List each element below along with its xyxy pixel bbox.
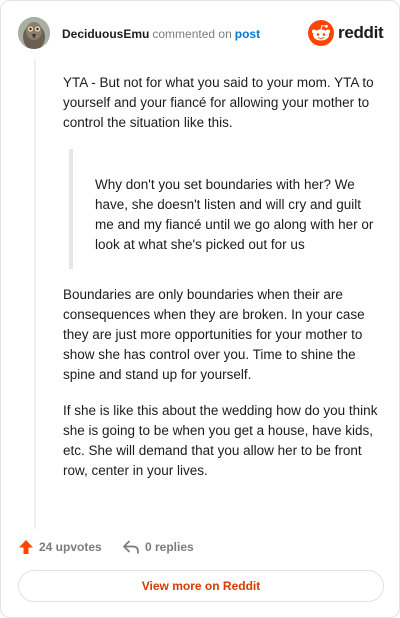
comment-actions: 24 upvotes 0 replies xyxy=(18,537,378,557)
comment-paragraph: YTA - But not for what you said to your … xyxy=(63,75,374,130)
view-more-label: View more on Reddit xyxy=(141,579,261,593)
comment-card: DeciduousEmu commented on post reddit YTA … xyxy=(0,0,400,618)
reddit-wordmark: reddit xyxy=(338,23,384,42)
reply-button[interactable]: 0 replies xyxy=(122,537,194,557)
reddit-alien-icon xyxy=(308,20,334,46)
blockquote: Why don't you set boundaries with her? W… xyxy=(69,149,381,269)
reply-arrow-icon xyxy=(123,540,139,554)
view-more-button[interactable]: View more on Reddit xyxy=(18,570,384,602)
upvote-arrow-icon xyxy=(19,540,33,554)
comment-header: DeciduousEmu commented on post reddit xyxy=(18,16,384,52)
emu-avatar-icon[interactable] xyxy=(18,17,50,49)
reply-count: 0 replies xyxy=(145,540,194,554)
post-link[interactable]: post xyxy=(235,27,260,41)
upvote-count: 24 upvotes xyxy=(39,540,102,554)
upvote-button[interactable]: 24 upvotes xyxy=(18,537,102,557)
comment-paragraph: Boundaries are only boundaries when thei… xyxy=(63,287,365,382)
comment-meta: DeciduousEmu commented on post xyxy=(62,27,260,41)
reddit-logo[interactable]: reddit xyxy=(308,20,384,46)
author-username[interactable]: DeciduousEmu xyxy=(62,27,149,41)
thread-line xyxy=(34,59,36,529)
comment-paragraph: If she is like this about the wedding ho… xyxy=(63,403,378,478)
comment-body: YTA - But not for what you said to your … xyxy=(63,73,381,497)
comment-verb: commented on xyxy=(152,27,232,41)
